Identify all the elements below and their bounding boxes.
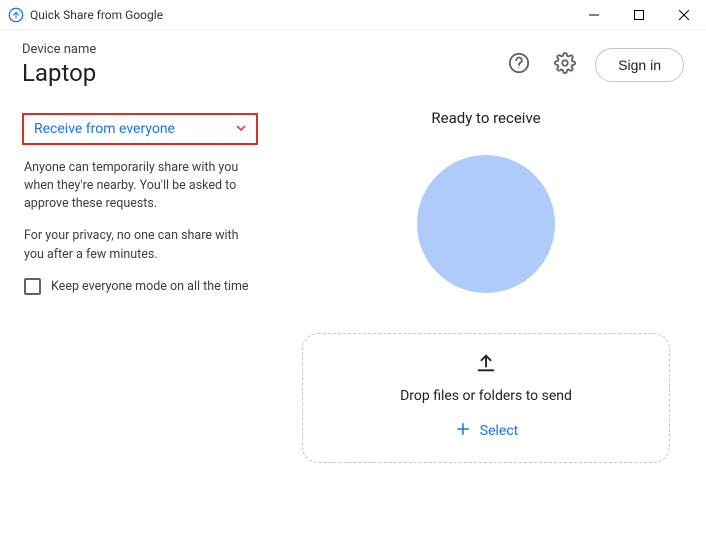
chevron-down-icon (236, 122, 246, 137)
left-panel: Receive from everyone Anyone can tempora… (16, 105, 264, 516)
device-name-label: Device name (22, 42, 503, 57)
description-primary: Anyone can temporarily share with you wh… (22, 159, 258, 213)
avatar-placeholder (417, 155, 555, 293)
window-controls (571, 0, 706, 30)
upload-icon (475, 352, 497, 378)
body: Receive from everyone Anyone can tempora… (0, 105, 706, 532)
select-button[interactable]: Select (454, 420, 518, 442)
drop-text: Drop files or folders to send (400, 388, 572, 404)
device-name-value: Laptop (22, 59, 503, 87)
keep-everyone-checkbox-row[interactable]: Keep everyone mode on all the time (22, 278, 258, 295)
header: Device name Laptop Sign in (0, 30, 706, 105)
gear-icon (554, 52, 576, 77)
help-button[interactable] (503, 49, 535, 81)
dropdown-label: Receive from everyone (34, 121, 175, 137)
help-icon (508, 52, 530, 77)
close-button[interactable] (661, 0, 706, 30)
device-block: Device name Laptop (22, 42, 503, 87)
receive-mode-dropdown[interactable]: Receive from everyone (22, 113, 258, 145)
titlebar: Quick Share from Google (0, 0, 706, 30)
select-label: Select (480, 423, 518, 439)
ready-title: Ready to receive (431, 109, 540, 127)
maximize-button[interactable] (616, 0, 661, 30)
plus-icon (454, 420, 472, 442)
app-icon (8, 7, 24, 23)
right-panel: Ready to receive Drop files or folders t… (282, 105, 690, 516)
description-privacy: For your privacy, no one can share with … (22, 227, 258, 263)
sign-in-button[interactable]: Sign in (595, 48, 684, 82)
minimize-button[interactable] (571, 0, 616, 30)
settings-button[interactable] (549, 49, 581, 81)
header-actions: Sign in (503, 48, 684, 82)
dropzone[interactable]: Drop files or folders to send Select (302, 333, 670, 463)
checkbox-label: Keep everyone mode on all the time (51, 279, 249, 294)
app-title: Quick Share from Google (30, 8, 571, 22)
checkbox-icon (24, 278, 41, 295)
